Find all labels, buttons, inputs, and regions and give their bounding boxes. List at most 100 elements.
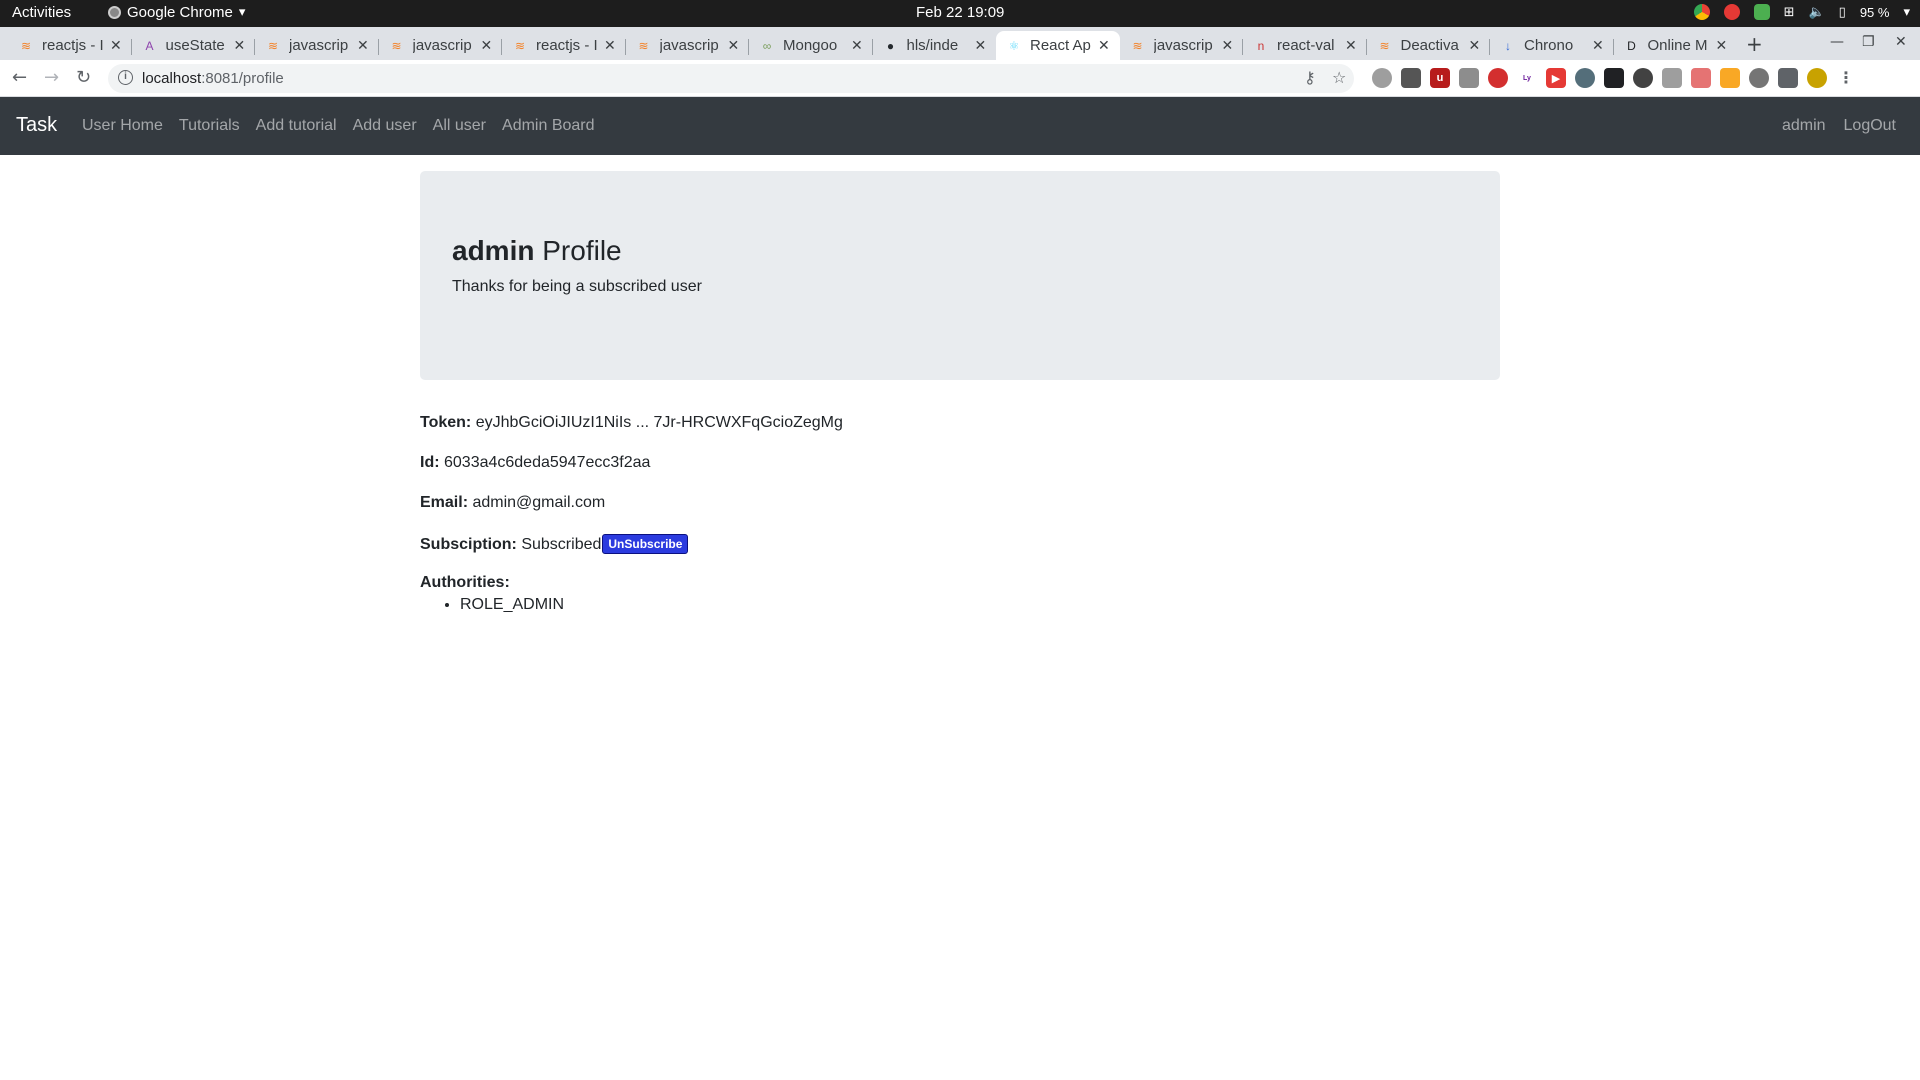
- token-label: Token:: [420, 414, 472, 431]
- browser-tab[interactable]: ≋ Deactiva ✕: [1367, 31, 1491, 60]
- medical-extension-icon[interactable]: [1691, 68, 1711, 88]
- nav-link-all-user[interactable]: All user: [433, 117, 486, 135]
- new-tab-button[interactable]: +: [1746, 32, 1763, 56]
- nav-link-logout[interactable]: LogOut: [1844, 117, 1896, 135]
- minimize-icon[interactable]: —: [1830, 34, 1844, 50]
- globe-extension-icon[interactable]: [1372, 68, 1392, 88]
- tab-title: javascrip: [659, 37, 719, 54]
- close-tab-icon[interactable]: ✕: [234, 38, 248, 54]
- react-docs-icon: A: [145, 38, 154, 53]
- browser-tab[interactable]: D Online M ✕: [1614, 31, 1738, 60]
- unsubscribe-button[interactable]: UnSubscribe: [602, 534, 689, 554]
- browser-tab[interactable]: ≋ reactjs - I ✕: [8, 31, 132, 60]
- id-value: 6033a4c6deda5947ecc3f2aa: [439, 454, 651, 471]
- address-bar[interactable]: i localhost:8081/profile ⚷ ☆: [108, 64, 1354, 93]
- close-tab-icon[interactable]: ✕: [1592, 38, 1606, 54]
- lyrics-extension-icon[interactable]: Ly: [1517, 68, 1537, 88]
- site-info-icon[interactable]: i: [118, 70, 133, 85]
- battery-icon[interactable]: ▯: [1839, 5, 1846, 20]
- close-tab-icon[interactable]: ✕: [604, 38, 618, 54]
- tab-title: react-val: [1277, 37, 1335, 54]
- stackoverflow-icon: ≋: [20, 38, 32, 53]
- nav-link-admin-board[interactable]: Admin Board: [502, 117, 595, 135]
- close-tab-icon[interactable]: ✕: [1716, 38, 1730, 54]
- nav-link-add-tutorial[interactable]: Add tutorial: [256, 117, 337, 135]
- close-tab-icon[interactable]: ✕: [1222, 38, 1236, 54]
- gift-extension-icon[interactable]: [1459, 68, 1479, 88]
- refresh-extension-icon[interactable]: [1749, 68, 1769, 88]
- tab-title: useState: [165, 37, 225, 54]
- activities-button[interactable]: Activities: [12, 4, 71, 21]
- shield-extension-icon[interactable]: [1488, 68, 1508, 88]
- restore-icon[interactable]: ❐: [1862, 34, 1875, 50]
- browser-tab[interactable]: ● hls/inde ✕: [873, 31, 997, 60]
- page-title: admin Profile: [452, 235, 622, 267]
- ublock-extension-icon[interactable]: u: [1430, 68, 1450, 88]
- tab-title: Deactiva: [1400, 37, 1459, 54]
- json-extension-icon[interactable]: [1720, 68, 1740, 88]
- email-label: Email:: [420, 494, 469, 511]
- reload-icon[interactable]: ↻: [76, 67, 91, 88]
- stackoverflow-icon: ≋: [391, 38, 402, 53]
- bookmark-star-icon[interactable]: ☆: [1332, 68, 1346, 87]
- system-menu-caret-icon[interactable]: ▾: [1903, 5, 1910, 20]
- browser-tab[interactable]: n react-val ✕: [1243, 31, 1367, 60]
- youtube-extension-icon[interactable]: ▶: [1546, 68, 1566, 88]
- puzzle-extensions-icon[interactable]: [1778, 68, 1798, 88]
- navbar-brand[interactable]: Task: [16, 114, 57, 137]
- close-tab-icon[interactable]: ✕: [110, 38, 124, 54]
- close-window-icon[interactable]: ✕: [1895, 34, 1907, 50]
- pip-extension-icon[interactable]: [1604, 68, 1624, 88]
- chrome-tray-icon[interactable]: [1693, 4, 1710, 20]
- close-tab-icon[interactable]: ✕: [728, 38, 742, 54]
- stackoverflow-icon: ≋: [1132, 38, 1143, 53]
- browser-tab[interactable]: ≋ javascrip ✕: [255, 31, 379, 60]
- browser-tab[interactable]: AuseState ✕: [132, 31, 256, 60]
- camera-extension-icon[interactable]: [1662, 68, 1682, 88]
- browser-tab[interactable]: ⚛ React Ap ✕: [996, 31, 1120, 60]
- nav-link-profile[interactable]: admin: [1782, 117, 1826, 135]
- mongoose-icon: ∞: [762, 38, 772, 53]
- key-icon[interactable]: ⚷: [1304, 68, 1316, 87]
- dark-mode-extension-icon[interactable]: [1633, 68, 1653, 88]
- stackoverflow-icon: ≋: [638, 38, 649, 53]
- close-tab-icon[interactable]: ✕: [1098, 38, 1112, 54]
- browser-tab[interactable]: ≋ javascrip ✕: [379, 31, 503, 60]
- app-navbar: Task User Home Tutorials Add tutorial Ad…: [0, 97, 1920, 155]
- network-icon[interactable]: ⊞: [1784, 5, 1795, 20]
- kebab-menu-icon[interactable]: ⋮: [1836, 68, 1856, 88]
- clock[interactable]: Feb 22 19:09: [916, 4, 1004, 21]
- forward-arrow-icon[interactable]: →: [44, 67, 59, 88]
- owl-extension-icon[interactable]: [1575, 68, 1595, 88]
- browser-tab[interactable]: ≋ javascrip ✕: [1120, 31, 1244, 60]
- app-menu-label: Google Chrome: [127, 4, 233, 21]
- url-text[interactable]: localhost:8081/profile: [142, 70, 284, 87]
- close-tab-icon[interactable]: ✕: [975, 38, 989, 54]
- blocker-tray-icon[interactable]: [1723, 4, 1740, 20]
- close-tab-icon[interactable]: ✕: [1469, 38, 1483, 54]
- nav-link-user-home[interactable]: User Home: [82, 117, 163, 135]
- browser-tab[interactable]: ≋ javascrip ✕: [626, 31, 750, 60]
- shield-tray-icon[interactable]: [1753, 4, 1770, 20]
- browser-tab[interactable]: ↓ Chrono ✕: [1490, 31, 1614, 60]
- token-value: eyJhbGciOiJIUzI1NiIs ... 7Jr-HRCWXFqGcio…: [471, 414, 843, 431]
- nav-link-add-user[interactable]: Add user: [353, 117, 417, 135]
- back-arrow-icon[interactable]: ←: [12, 67, 27, 88]
- app-menu[interactable]: Google Chrome ▾: [108, 4, 245, 21]
- authorities-list: ROLE_ADMIN: [460, 596, 564, 614]
- close-tab-icon[interactable]: ✕: [481, 38, 495, 54]
- system-tray[interactable]: ⊞ 🔈 ▯ 95 % ▾: [1693, 4, 1910, 20]
- close-tab-icon[interactable]: ✕: [357, 38, 371, 54]
- browser-tab[interactable]: ≋ reactjs - I ✕: [502, 31, 626, 60]
- tab-title: javascrip: [412, 37, 472, 54]
- profile-avatar-icon[interactable]: [1807, 68, 1827, 88]
- id-label: Id:: [420, 454, 440, 471]
- volume-icon[interactable]: 🔈: [1808, 5, 1824, 20]
- nav-link-tutorials[interactable]: Tutorials: [179, 117, 240, 135]
- close-tab-icon[interactable]: ✕: [1345, 38, 1359, 54]
- tab-title: javascrip: [1153, 37, 1213, 54]
- close-tab-icon[interactable]: ✕: [851, 38, 865, 54]
- pen-extension-icon[interactable]: [1401, 68, 1421, 88]
- browser-tab[interactable]: ∞ Mongoo ✕: [749, 31, 873, 60]
- profile-title-suffix: Profile: [534, 235, 622, 266]
